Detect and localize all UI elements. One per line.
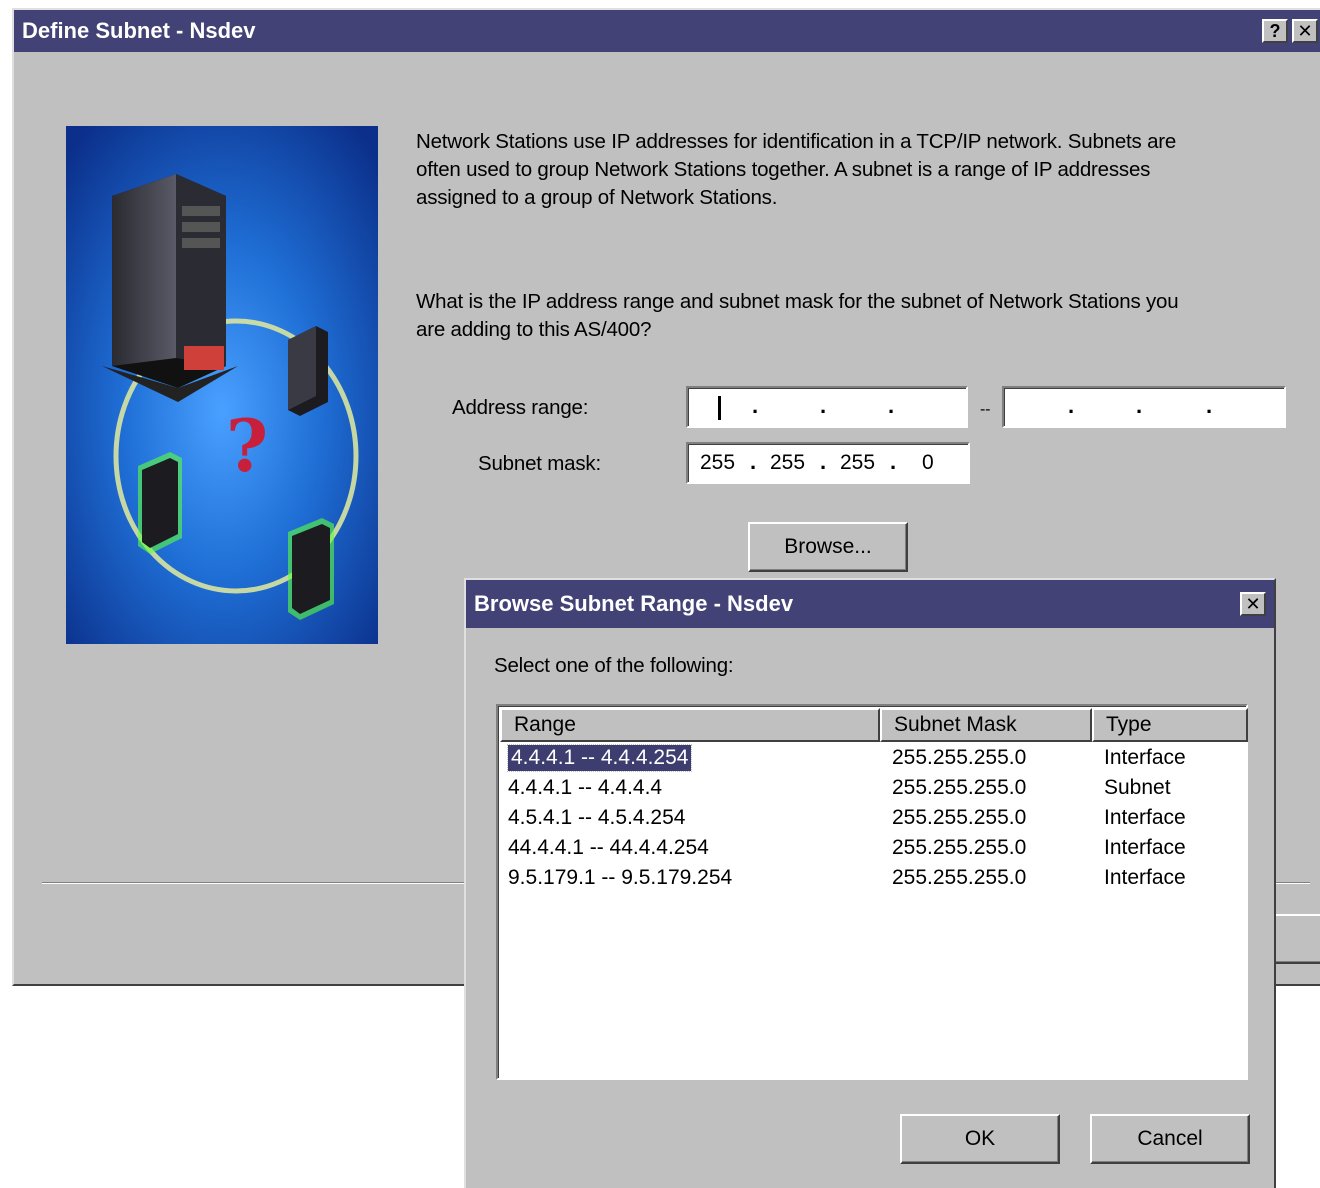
list-row[interactable]: 4.5.4.1 -- 4.5.4.254 255.255.255.0 Inter… <box>500 804 1240 834</box>
mask-cell: 255.255.255.0 <box>892 836 1027 859</box>
type-cell: Interface <box>1104 806 1186 829</box>
close-icon: ✕ <box>1245 593 1261 614</box>
list-row[interactable]: 4.4.4.1 -- 4.4.4.4 255.255.255.0 Subnet <box>500 774 1240 804</box>
dialog-title: Browse Subnet Range - Nsdev <box>474 591 794 616</box>
range-separator: -- <box>980 401 991 418</box>
octet-4[interactable]: 0 <box>922 451 934 475</box>
column-header-subnet-mask[interactable]: Subnet Mask <box>880 708 1092 742</box>
type-cell: Interface <box>1104 836 1186 859</box>
window-titlebar[interactable]: Define Subnet - Nsdev ? ✕ <box>14 10 1320 52</box>
range-cell: 44.4.4.1 -- 44.4.4.254 <box>508 836 709 859</box>
type-cell: Interface <box>1104 746 1186 769</box>
intro-line: Network Stations use IP addresses for id… <box>416 130 1177 153</box>
ok-button[interactable]: OK <box>900 1114 1060 1164</box>
question-line: are adding to this AS/400? <box>416 318 652 341</box>
mask-cell: 255.255.255.0 <box>892 746 1027 769</box>
window-title: Define Subnet - Nsdev <box>22 18 256 43</box>
list-row[interactable]: 9.5.179.1 -- 9.5.179.254 255.255.255.0 I… <box>500 864 1240 894</box>
range-cell: 4.4.4.1 -- 4.4.4.4 <box>508 776 663 799</box>
partially-hidden-button[interactable] <box>1274 914 1320 964</box>
list-row[interactable]: 4.4.4.1 -- 4.4.4.254 255.255.255.0 Inter… <box>500 744 1240 774</box>
close-button[interactable]: ✕ <box>1292 19 1318 43</box>
octet-2[interactable]: 255 <box>770 451 805 475</box>
subnet-range-list[interactable]: Range Subnet Mask Type 4.4.4.1 -- 4.4.4.… <box>496 704 1248 1080</box>
octet-1[interactable]: 255 <box>700 451 735 475</box>
intro-line: assigned to a group of Network Stations. <box>416 186 778 209</box>
svg-text:?: ? <box>226 403 268 488</box>
range-cell: 4.4.4.1 -- 4.4.4.254 <box>506 744 693 772</box>
intro-line: often used to group Network Stations tog… <box>416 158 1151 181</box>
close-icon: ✕ <box>1297 20 1313 41</box>
column-header-range[interactable]: Range <box>500 708 880 742</box>
cancel-button[interactable]: Cancel <box>1090 1114 1250 1164</box>
intro-text: Network Stations use IP addresses for id… <box>416 128 1176 212</box>
dialog-titlebar[interactable]: Browse Subnet Range - Nsdev ✕ <box>466 580 1274 628</box>
column-header-type[interactable]: Type <box>1092 708 1248 742</box>
list-header: Range Subnet Mask Type <box>500 708 1248 742</box>
address-range-end-field[interactable]: . . . <box>1002 386 1286 428</box>
mask-cell: 255.255.255.0 <box>892 866 1027 889</box>
browse-button[interactable]: Browse... <box>748 522 908 572</box>
address-range-start-field[interactable]: . . . <box>686 386 968 428</box>
subnet-mask-label: Subnet mask: <box>478 452 601 475</box>
type-cell: Interface <box>1104 866 1186 889</box>
browse-subnet-dialog: Browse Subnet Range - Nsdev ✕ Select one… <box>464 578 1276 1188</box>
help-button[interactable]: ? <box>1262 19 1288 43</box>
octet-3[interactable]: 255 <box>840 451 875 475</box>
question-text: What is the IP address range and subnet … <box>416 288 1179 344</box>
server-network-stations-illustration: ? <box>66 126 378 644</box>
type-cell: Subnet <box>1104 776 1171 799</box>
subnet-mask-field[interactable]: 255 . 255 . 255 . 0 <box>686 442 970 484</box>
dialog-close-button[interactable]: ✕ <box>1240 592 1266 616</box>
select-prompt: Select one of the following: <box>494 654 734 677</box>
mask-cell: 255.255.255.0 <box>892 806 1027 829</box>
text-caret <box>718 396 721 420</box>
question-line: What is the IP address range and subnet … <box>416 290 1179 313</box>
help-icon: ? <box>1269 20 1281 41</box>
mask-cell: 255.255.255.0 <box>892 776 1027 799</box>
list-row[interactable]: 44.4.4.1 -- 44.4.4.254 255.255.255.0 Int… <box>500 834 1240 864</box>
range-cell: 9.5.179.1 -- 9.5.179.254 <box>508 866 733 889</box>
range-cell: 4.5.4.1 -- 4.5.4.254 <box>508 806 686 829</box>
address-range-label: Address range: <box>452 396 589 419</box>
